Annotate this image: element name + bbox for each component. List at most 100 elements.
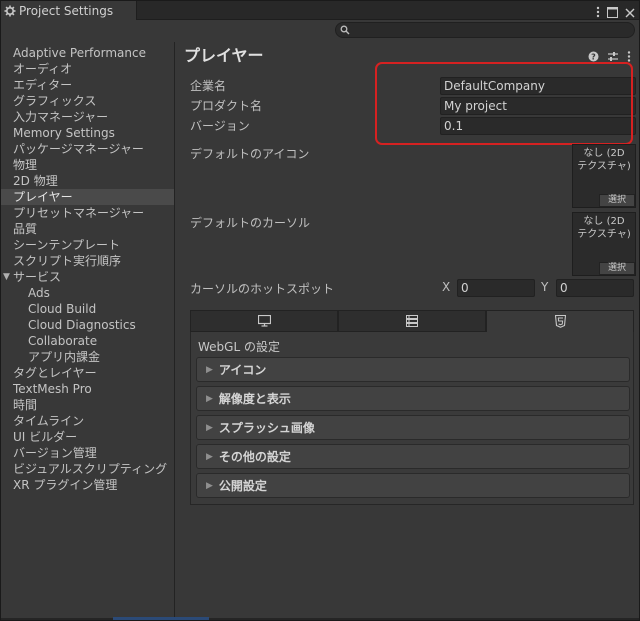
- sidebar-item-scene-template[interactable]: シーンテンプレート: [1, 237, 174, 253]
- platform-tabs: [190, 310, 634, 332]
- sidebar-item-editor[interactable]: エディター: [1, 77, 174, 93]
- sidebar-item-label: サービス: [13, 270, 62, 284]
- tab-dedicated-server[interactable]: [338, 310, 486, 332]
- sidebar-item-label: ビジュアルスクリプティング: [13, 462, 168, 476]
- default-cursor-slot[interactable]: なし (2D テクスチャ) 選択: [572, 212, 636, 276]
- page-title: プレイヤー: [184, 46, 264, 65]
- highlight-box: [375, 62, 633, 145]
- sidebar-item-label: Memory Settings: [13, 126, 115, 140]
- settings-sidebar: Adaptive Performance オーディオ エディター グラフィックス…: [1, 42, 175, 620]
- sidebar-item-physics[interactable]: 物理: [1, 157, 174, 173]
- foldout-icon-section[interactable]: ▶ アイコン: [196, 357, 630, 382]
- foldout-label: スプラッシュ画像: [218, 421, 315, 435]
- sidebar-item-label: シーンテンプレート: [13, 238, 121, 252]
- search-input[interactable]: [335, 22, 635, 38]
- triangle-right-icon: ▶: [206, 393, 213, 404]
- sidebar-item-cloud-build[interactable]: Cloud Build: [1, 301, 174, 317]
- sidebar-item-in-app-purchasing[interactable]: アプリ内課金: [1, 349, 174, 365]
- hotspot-x-field[interactable]: 0: [457, 279, 535, 297]
- version-label: バージョン: [190, 119, 250, 133]
- expand-arrow-icon[interactable]: ▼: [3, 269, 10, 285]
- sidebar-item-label: スクリプト実行順序: [13, 254, 122, 268]
- gear-icon: [4, 5, 16, 17]
- tab-standalone[interactable]: [190, 310, 338, 332]
- foldout-resolution-section[interactable]: ▶ 解像度と表示: [196, 386, 630, 411]
- sidebar-item-ui-builder[interactable]: UI ビルダー: [1, 429, 174, 445]
- default-icon-label: デフォルトのアイコン: [190, 147, 310, 161]
- company-name-label: 企業名: [190, 79, 227, 93]
- sidebar-item-label: Collaborate: [28, 334, 98, 348]
- sidebar-item-visual-scripting[interactable]: ビジュアルスクリプティング: [1, 461, 174, 477]
- window-tab[interactable]: Project Settings: [1, 1, 137, 20]
- sidebar-item-ads[interactable]: Ads: [1, 285, 174, 301]
- sidebar-item-input-manager[interactable]: 入力マネージャー: [1, 109, 174, 125]
- triangle-right-icon: ▶: [206, 422, 213, 433]
- sidebar-item-label: エディター: [13, 78, 73, 92]
- foldout-label: 公開設定: [218, 479, 267, 493]
- default-icon-slot[interactable]: なし (2D テクスチャ) 選択: [572, 144, 636, 208]
- foldout-splash-section[interactable]: ▶ スプラッシュ画像: [196, 415, 630, 440]
- cursor-hotspot-label: カーソルのホットスポット: [190, 282, 335, 296]
- foldout-other-settings-section[interactable]: ▶ その他の設定: [196, 444, 630, 469]
- sidebar-item-label: Ads: [28, 286, 50, 300]
- hotspot-y-label: Y: [541, 280, 549, 294]
- sidebar-item-label: プリセットマネージャー: [13, 206, 145, 220]
- sidebar-item-label: タイムライン: [13, 414, 85, 428]
- sidebar-item-package-manager[interactable]: パッケージマネージャー: [1, 141, 174, 157]
- sidebar-item-graphics[interactable]: グラフィックス: [1, 93, 174, 109]
- sidebar-item-xr-plugin-management[interactable]: XR プラグイン管理: [1, 477, 174, 493]
- sidebar-item-label: Cloud Diagnostics: [28, 318, 136, 332]
- sidebar-item-label: グラフィックス: [13, 94, 97, 108]
- sidebar-item-label: タグとレイヤー: [13, 366, 97, 380]
- sidebar-item-time[interactable]: 時間: [1, 397, 174, 413]
- project-settings-window: Project Settings Adaptive Performance オー…: [0, 0, 640, 621]
- sidebar-item-tags-layers[interactable]: タグとレイヤー: [1, 365, 174, 381]
- foldout-label: その他の設定: [218, 450, 291, 464]
- monitor-icon: [257, 315, 271, 327]
- webgl-settings-panel: WebGL の設定 ▶ アイコン ▶ 解像度と表示 ▶ スプラッシュ画像 ▶ その他の設…: [190, 332, 634, 505]
- sidebar-item-version-control[interactable]: バージョン管理: [1, 445, 174, 461]
- sidebar-item-label: 入力マネージャー: [13, 110, 109, 124]
- sidebar-item-adaptive-performance[interactable]: Adaptive Performance: [1, 45, 174, 61]
- window-title: Project Settings: [19, 3, 114, 18]
- sidebar-item-player[interactable]: プレイヤー: [1, 189, 174, 205]
- foldout-publishing-section[interactable]: ▶ 公開設定: [196, 473, 630, 498]
- sidebar-item-label: 物理: [13, 158, 38, 172]
- sidebar-item-services[interactable]: ▼ サービス: [1, 269, 174, 285]
- sidebar-item-script-execution-order[interactable]: スクリプト実行順序: [1, 253, 174, 269]
- sidebar-item-textmesh-pro[interactable]: TextMesh Pro: [1, 381, 174, 397]
- sidebar-item-physics-2d[interactable]: 2D 物理: [1, 173, 174, 189]
- product-name-label: プロダクト名: [190, 99, 263, 113]
- search-icon: [340, 25, 350, 35]
- sidebar-item-cloud-diagnostics[interactable]: Cloud Diagnostics: [1, 317, 174, 333]
- bottom-border: [1, 618, 639, 620]
- sidebar-item-label: Adaptive Performance: [13, 46, 146, 60]
- select-icon-button[interactable]: 選択: [599, 194, 635, 207]
- triangle-right-icon: ▶: [206, 480, 213, 491]
- tab-webgl[interactable]: [486, 310, 634, 332]
- sidebar-item-quality[interactable]: 品質: [1, 221, 174, 237]
- foldout-label: アイコン: [218, 363, 267, 377]
- default-cursor-label: デフォルトのカーソル: [190, 216, 311, 230]
- sidebar-item-label: プレイヤー: [13, 190, 73, 204]
- sidebar-item-label: 時間: [13, 398, 38, 412]
- sidebar-item-label: UI ビルダー: [13, 430, 78, 444]
- server-icon: [406, 315, 418, 327]
- texture-none-label: なし (2D テクスチャ): [577, 216, 631, 240]
- svg-text:?: ?: [591, 53, 596, 62]
- sidebar-item-collaborate[interactable]: Collaborate: [1, 333, 174, 349]
- hotspot-y-field[interactable]: 0: [556, 279, 634, 297]
- sidebar-item-preset-manager[interactable]: プリセットマネージャー: [1, 205, 174, 221]
- platform-settings-title: WebGL の設定: [198, 340, 280, 354]
- select-cursor-button[interactable]: 選択: [599, 262, 635, 275]
- sidebar-item-label: 2D 物理: [13, 174, 58, 188]
- sidebar-item-label: Cloud Build: [28, 302, 97, 316]
- title-bar: Project Settings: [1, 1, 639, 20]
- sidebar-item-memory-settings[interactable]: Memory Settings: [1, 125, 174, 141]
- html5-icon: [554, 315, 566, 328]
- sidebar-item-audio[interactable]: オーディオ: [1, 61, 174, 77]
- triangle-right-icon: ▶: [206, 451, 213, 462]
- hotspot-x-label: X: [442, 280, 451, 294]
- foldout-label: 解像度と表示: [218, 392, 291, 406]
- sidebar-item-timeline[interactable]: タイムライン: [1, 413, 174, 429]
